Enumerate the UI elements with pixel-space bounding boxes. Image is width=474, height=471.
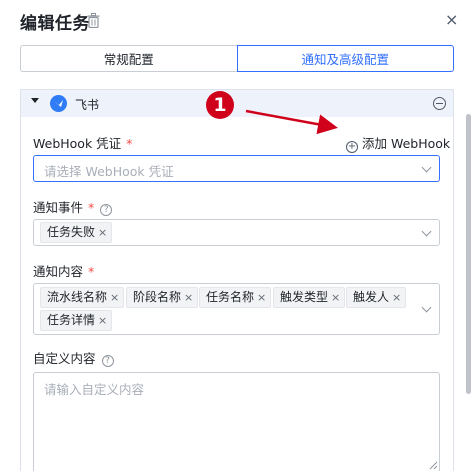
tag-label: 任务名称 [206, 290, 255, 304]
content-label-text: 通知内容 [33, 264, 84, 279]
tag-remove-icon[interactable]: × [331, 291, 340, 304]
feishu-panel-header[interactable]: 飞书 [21, 90, 453, 117]
tag-remove-icon[interactable]: × [110, 291, 119, 304]
content-tag: 阶段名称 × [126, 287, 199, 308]
chevron-down-icon [421, 162, 432, 173]
resize-handle-icon[interactable] [429, 461, 438, 470]
tag-label: 触发类型 [280, 290, 329, 304]
caret-down-icon[interactable] [31, 98, 39, 103]
tag-label: 任务详情 [47, 313, 96, 327]
event-tag: 任务失败 × [40, 222, 113, 243]
feishu-logo-icon [50, 95, 67, 112]
annotation-badge: 1 [206, 91, 234, 119]
tag-label: 触发人 [353, 290, 390, 304]
required-mark: * [88, 264, 95, 279]
required-mark: * [126, 136, 133, 151]
tag-remove-icon[interactable]: × [98, 226, 107, 239]
plus-circle-icon: + [346, 141, 358, 153]
webhook-select-placeholder: 请选择 WebHook 凭证 [44, 164, 174, 179]
tag-remove-icon[interactable]: × [184, 291, 193, 304]
event-label-text: 通知事件 [33, 200, 84, 215]
trash-icon[interactable] [87, 13, 100, 28]
custom-content-placeholder: 请输入自定义内容 [44, 382, 145, 397]
content-tag: 流水线名称 × [40, 287, 125, 308]
webhook-select[interactable]: 请选择 WebHook 凭证 [33, 155, 440, 182]
add-webhook-button[interactable]: + 添加 WebHook [346, 133, 450, 153]
content-tag: 任务详情 × [40, 310, 113, 331]
content-tag: 触发类型 × [273, 287, 346, 308]
scrollbar-thumb[interactable] [466, 114, 471, 394]
content-label: 通知内容 * [33, 261, 94, 280]
tab-notify-advanced-config[interactable]: 通知及高级配置 [236, 45, 454, 72]
webhook-label: WebHook 凭证 * [33, 133, 132, 152]
tag-remove-icon[interactable]: × [98, 314, 107, 327]
add-webhook-label: 添加 WebHook [362, 136, 451, 151]
dialog-header: 编辑任务 × [0, 0, 474, 42]
required-mark: * [88, 200, 95, 215]
tag-remove-icon[interactable]: × [392, 291, 401, 304]
config-tabs: 常规配置 通知及高级配置 [20, 45, 454, 72]
custom-content-label-text: 自定义内容 [33, 351, 96, 366]
chevron-down-icon [421, 226, 432, 237]
event-label: 通知事件 *? [33, 197, 113, 216]
chevron-down-icon [421, 302, 432, 313]
tab-general-config[interactable]: 常规配置 [20, 45, 237, 72]
help-icon[interactable]: ? [100, 204, 113, 216]
content-tag: 任务名称 × [199, 287, 272, 308]
tag-remove-icon[interactable]: × [257, 291, 266, 304]
panel-title: 飞书 [75, 98, 100, 112]
tag-label: 任务失败 [47, 225, 96, 239]
collapse-minus-icon[interactable] [433, 97, 446, 110]
tag-label: 流水线名称 [47, 290, 108, 304]
help-icon[interactable]: ? [101, 355, 114, 367]
tag-label: 阶段名称 [133, 290, 182, 304]
content-tag: 触发人 × [346, 287, 407, 308]
custom-content-textarea[interactable]: 请输入自定义内容 [33, 372, 440, 471]
webhook-label-text: WebHook 凭证 [33, 136, 122, 151]
custom-content-label: 自定义内容? [33, 348, 114, 367]
close-icon[interactable]: × [445, 12, 458, 28]
dialog-title: 编辑任务 [20, 14, 90, 34]
